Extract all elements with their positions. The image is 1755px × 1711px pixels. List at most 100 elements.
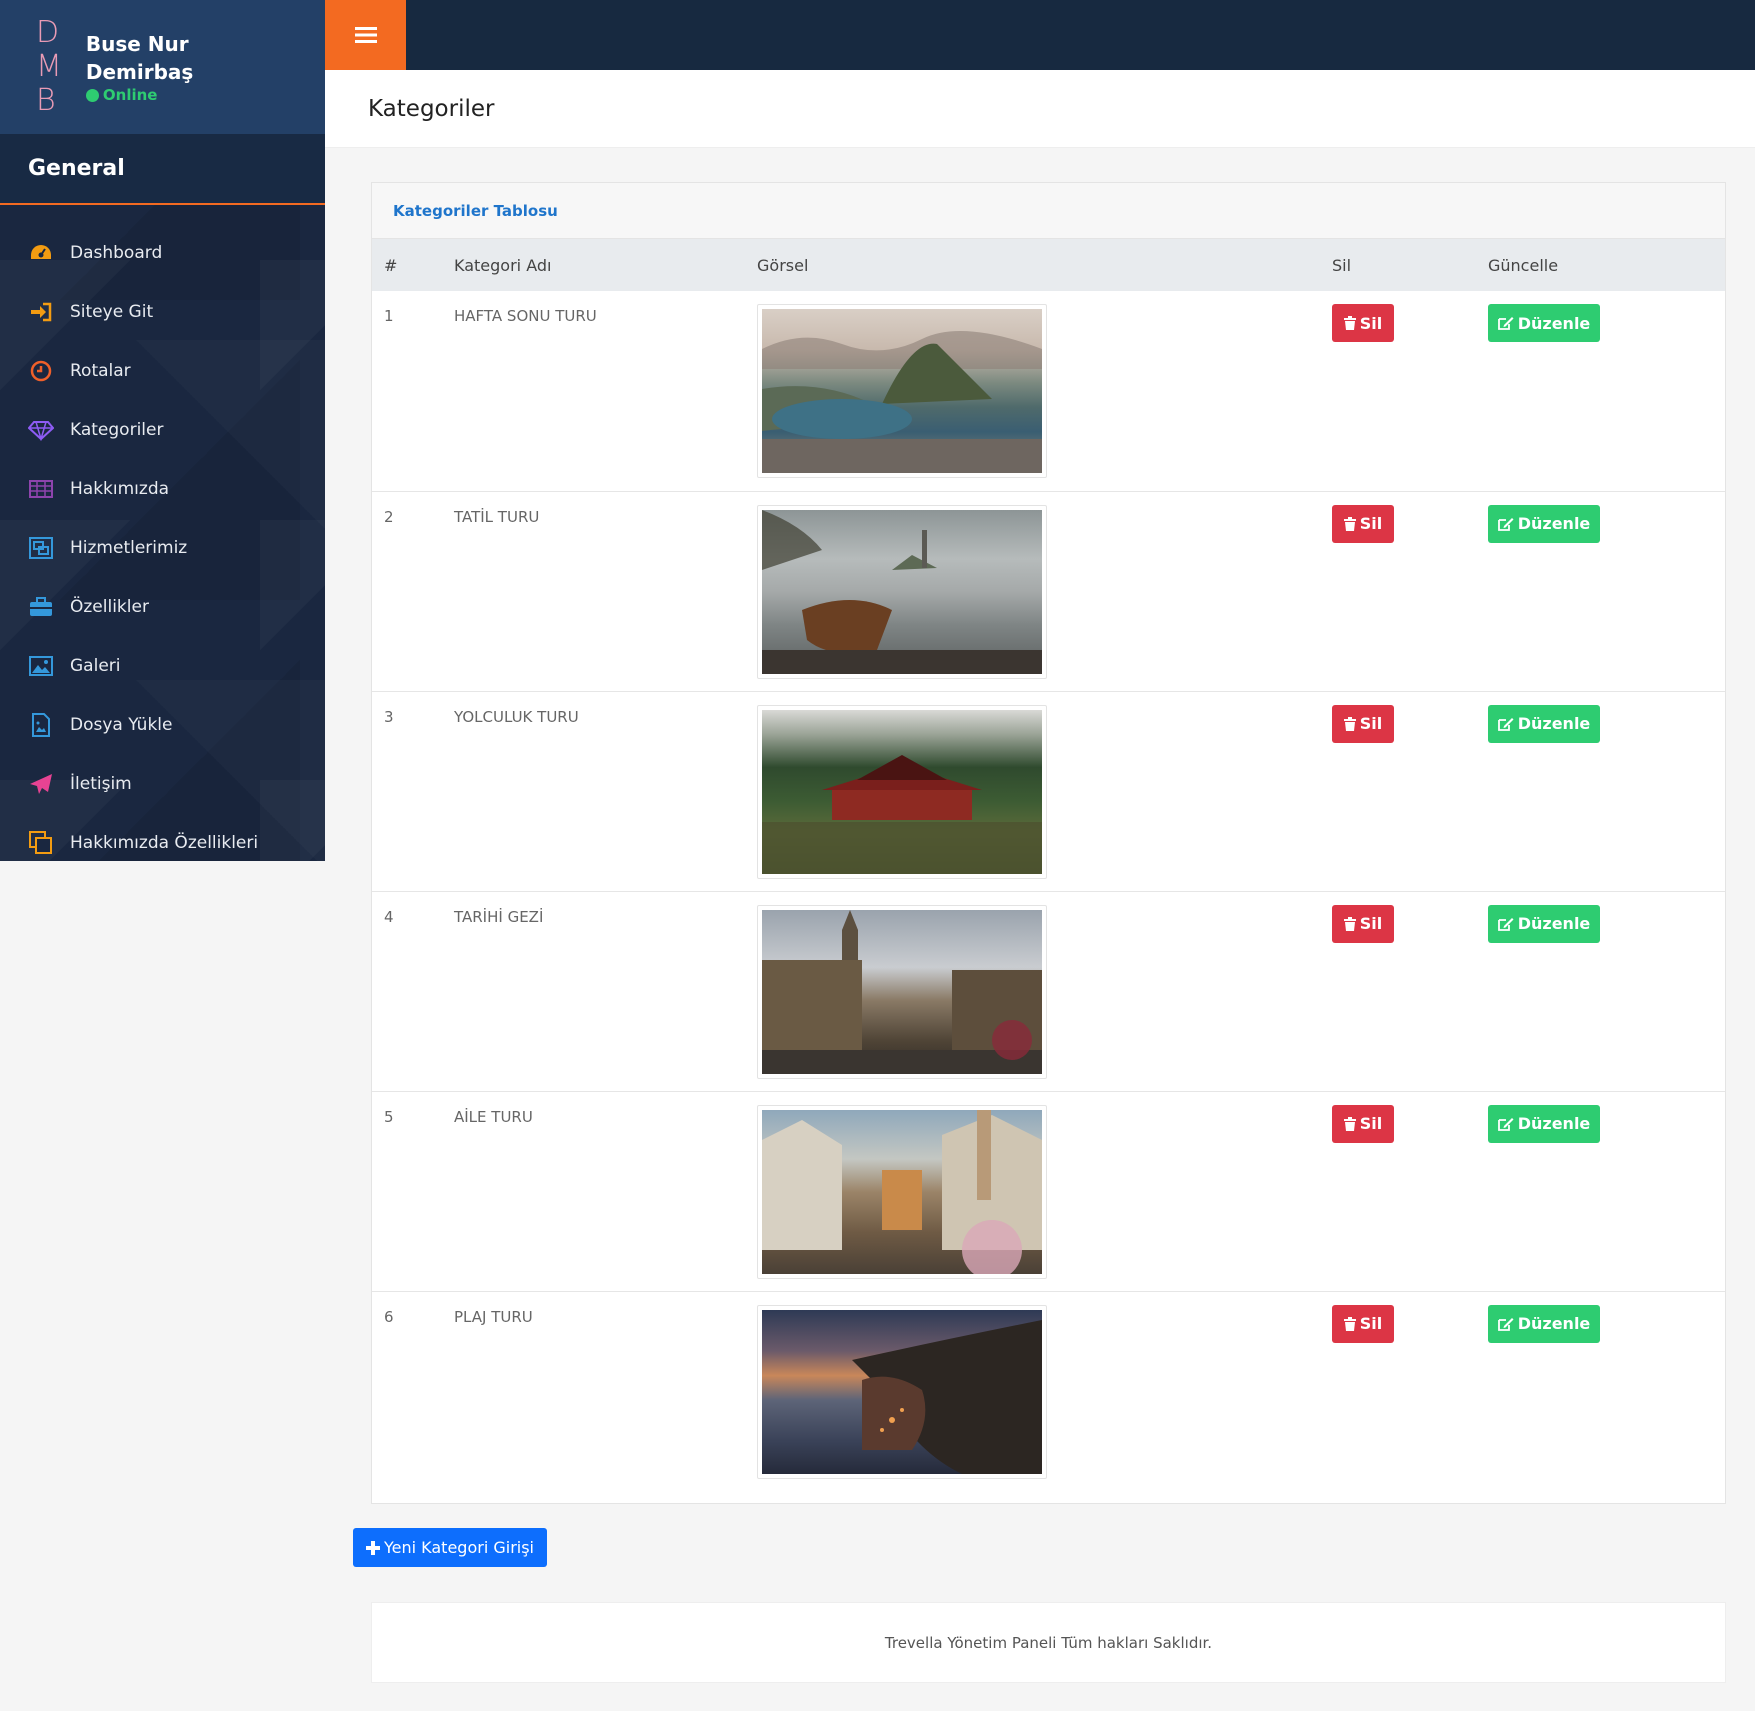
trash-icon	[1343, 316, 1356, 330]
card-title: Kategoriler Tablosu	[393, 201, 558, 220]
trash-icon	[1343, 1116, 1356, 1131]
edit-icon	[1497, 917, 1514, 931]
edit-icon	[1497, 1317, 1514, 1331]
delete-button[interactable]: Sil	[1332, 1304, 1394, 1343]
sidebar-item-label: Hakkımızda	[70, 478, 170, 499]
delete-button[interactable]: Sil	[1332, 904, 1394, 943]
edit-button[interactable]: Düzenle	[1488, 504, 1600, 543]
row-number: 2	[384, 507, 394, 526]
delete-label: Sil	[1359, 914, 1383, 933]
delete-button[interactable]: Sil	[1332, 504, 1394, 543]
category-image	[757, 1304, 1047, 1479]
edit-label: Düzenle	[1517, 1314, 1591, 1333]
menu-toggle-button[interactable]	[325, 0, 406, 70]
column-header-delete: Sil	[1332, 255, 1352, 275]
edit-button[interactable]: Düzenle	[1488, 304, 1600, 342]
delete-button[interactable]: Sil	[1332, 304, 1394, 342]
add-category-button[interactable]: Yeni Kategori Girişi	[353, 1528, 547, 1567]
diamond-icon	[28, 419, 54, 441]
plus-icon	[366, 1540, 380, 1555]
sidebar-section-title: General	[0, 134, 325, 205]
sign-in-icon	[28, 301, 54, 323]
edit-label: Düzenle	[1517, 1114, 1591, 1133]
sidebar-item-dashboard[interactable]: Dashboard	[0, 223, 325, 282]
sidebar-item-iletisim[interactable]: İletişim	[0, 754, 325, 813]
category-image	[757, 904, 1047, 1079]
user-status: Online	[85, 86, 206, 104]
brand-letter: D	[36, 15, 60, 50]
delete-label: Sil	[1359, 313, 1383, 333]
edit-label: Düzenle	[1517, 714, 1591, 733]
dashboard-icon	[28, 242, 54, 264]
sidebar-item-siteye-git[interactable]: Siteye Git	[0, 282, 325, 341]
sidebar-item-ozellikler[interactable]: Özellikler	[0, 577, 325, 636]
delete-label: Sil	[1359, 1114, 1383, 1133]
sidebar-item-label: Siteye Git	[70, 301, 154, 322]
top-navbar	[325, 0, 1755, 70]
category-name: TATİL TURU	[454, 507, 540, 526]
column-header-name: Kategori Adı	[454, 255, 552, 275]
brand-logo: D M B	[36, 16, 62, 118]
sidebar-item-rotalar[interactable]: Rotalar	[0, 341, 325, 400]
add-category-label: Yeni Kategori Girişi	[384, 1538, 534, 1557]
edit-button[interactable]: Düzenle	[1488, 904, 1600, 943]
category-name: PLAJ TURU	[454, 1307, 533, 1326]
table-icon	[28, 478, 54, 500]
delete-button[interactable]: Sil	[1332, 704, 1394, 743]
row-number: 3	[384, 707, 394, 726]
sidebar-item-hakkimizda-ozellikleri[interactable]: Hakkımızda Özellikleri	[0, 813, 325, 872]
table-row: 5 AİLE TURU Sil Düzenle	[372, 1091, 1725, 1291]
edit-button[interactable]: Düzenle	[1488, 1304, 1600, 1343]
row-number: 6	[384, 1307, 394, 1326]
delete-label: Sil	[1359, 714, 1383, 733]
table-row: 3 YOLCULUK TURU Sil Düzenle	[372, 691, 1725, 891]
sidebar-item-label: Özellikler	[70, 596, 149, 617]
edit-icon	[1497, 317, 1514, 330]
sidebar-item-kategoriler[interactable]: Kategoriler	[0, 400, 325, 459]
edit-icon	[1497, 517, 1514, 531]
edit-label: Düzenle	[1517, 313, 1591, 333]
sidebar-item-galeri[interactable]: Galeri	[0, 636, 325, 695]
online-dot-icon	[85, 88, 99, 102]
edit-button[interactable]: Düzenle	[1488, 704, 1600, 743]
hamburger-icon	[354, 27, 377, 43]
category-image	[757, 504, 1047, 679]
brand-letter: M	[36, 49, 62, 84]
sidebar-item-dosya-yukle[interactable]: Dosya Yükle	[0, 695, 325, 754]
edit-label: Düzenle	[1517, 914, 1591, 933]
row-number: 4	[384, 907, 394, 926]
row-number: 5	[384, 1107, 394, 1126]
trash-icon	[1343, 916, 1356, 931]
edit-label: Düzenle	[1517, 514, 1591, 533]
column-header-update: Güncelle	[1488, 255, 1559, 275]
column-header-image: Görsel	[757, 255, 809, 275]
edit-icon	[1497, 717, 1514, 731]
sidebar-item-label: Hizmetlerimiz	[70, 537, 188, 558]
row-number: 1	[384, 307, 394, 325]
image-icon	[28, 655, 54, 677]
status-label: Online	[102, 86, 158, 104]
table-row: 1 HAFTA SONU TURU Sil Düzenle	[372, 291, 1725, 491]
sidebar-item-label: Hakkımızda Özellikleri	[70, 832, 259, 853]
sidebar-item-label: Galeri	[70, 655, 121, 676]
footer: Trevella Yönetim Paneli Tüm hakları Sakl…	[371, 1602, 1726, 1683]
trash-icon	[1343, 516, 1356, 531]
sidebar-nav: Dashboard Siteye Git Rotalar Kategoriler…	[0, 205, 325, 872]
delete-button[interactable]: Sil	[1332, 1104, 1394, 1143]
category-name: HAFTA SONU TURU	[454, 307, 597, 325]
sidebar-item-hizmetlerimiz[interactable]: Hizmetlerimiz	[0, 518, 325, 577]
edit-button[interactable]: Düzenle	[1488, 1104, 1600, 1143]
sidebar-item-label: Kategoriler	[70, 419, 164, 440]
briefcase-icon	[28, 596, 54, 618]
clone-icon	[28, 830, 54, 854]
trash-icon	[1343, 1316, 1356, 1331]
table-row: 6 PLAJ TURU Sil Düzenle	[372, 1291, 1725, 1491]
sidebar-item-label: İletişim	[70, 773, 132, 794]
category-image	[757, 304, 1047, 478]
footer-text: Trevella Yönetim Paneli Tüm hakları Sakl…	[884, 1633, 1213, 1652]
delete-label: Sil	[1359, 514, 1383, 533]
user-profile: Buse Nur Demirbaş Online	[85, 30, 206, 104]
delete-label: Sil	[1359, 1314, 1383, 1333]
sidebar-item-hakkimizda[interactable]: Hakkımızda	[0, 459, 325, 518]
category-name: YOLCULUK TURU	[454, 707, 579, 726]
